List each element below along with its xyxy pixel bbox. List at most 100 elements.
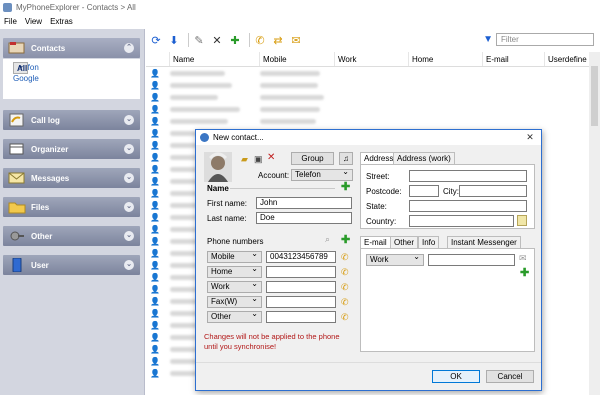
contact-icon: 👤	[150, 80, 160, 90]
column-header-email[interactable]: E-mail	[483, 52, 545, 66]
menu-file[interactable]: File	[4, 17, 17, 26]
last-name-input[interactable]: Doe	[256, 212, 352, 224]
email-input[interactable]	[428, 254, 515, 266]
phone-type-select[interactable]: Home	[207, 264, 262, 278]
chevron-down-icon[interactable]: ⌄	[124, 173, 134, 183]
map-icon[interactable]	[517, 215, 527, 226]
filter-google[interactable]: Google	[13, 73, 140, 84]
open-folder-icon[interactable]: ▰	[241, 154, 248, 165]
tab-address[interactable]: Address	[360, 152, 398, 164]
sidebar-group-contacts[interactable]: Contacts ⌃	[3, 38, 140, 58]
chevron-down-icon[interactable]: ⌄	[124, 115, 134, 125]
chevron-up-icon[interactable]: ⌃	[124, 43, 134, 53]
table-row[interactable]: 👤	[146, 91, 589, 103]
table-row[interactable]: 👤	[146, 103, 589, 115]
call-icon[interactable]: ✆	[341, 298, 351, 307]
postcode-input[interactable]	[409, 185, 439, 197]
sync-icon[interactable]: ⇄	[271, 33, 285, 47]
message-icon[interactable]: ✉	[289, 33, 303, 47]
email-type-select[interactable]: Work	[366, 252, 424, 266]
sidebar-group-other[interactable]: Other ⌄	[3, 226, 140, 246]
street-label: Street:	[366, 172, 390, 181]
phone-number-input[interactable]	[266, 311, 336, 323]
phone-number-input[interactable]	[266, 296, 336, 308]
contact-icon: 👤	[150, 248, 160, 258]
contact-name-cell	[170, 70, 260, 76]
search-icon[interactable]: ⌕	[325, 234, 330, 245]
call-icon[interactable]: ✆	[341, 283, 351, 292]
chevron-down-icon[interactable]: ⌄	[124, 144, 134, 154]
first-name-input[interactable]: John	[256, 197, 352, 209]
group-button[interactable]: Group	[291, 152, 334, 165]
street-input[interactable]	[409, 170, 527, 182]
close-icon[interactable]: ✕	[519, 130, 541, 145]
column-header-name[interactable]: Name	[170, 52, 260, 66]
call-icon[interactable]: ✆	[253, 33, 267, 47]
contact-name-cell	[170, 118, 260, 124]
add-email-icon[interactable]: ✚	[520, 268, 529, 279]
sidebar-group-organizer[interactable]: Organizer ⌄	[3, 139, 140, 159]
sidebar-group-messages[interactable]: Messages ⌄	[3, 168, 140, 188]
column-header-home[interactable]: Home	[409, 52, 483, 66]
table-row[interactable]: 👤	[146, 115, 589, 127]
filter-all[interactable]: All	[13, 60, 29, 74]
country-input[interactable]	[409, 215, 514, 227]
phone-type-select[interactable]: Fax(W)	[207, 294, 262, 308]
delete-photo-icon[interactable]: ✕	[267, 152, 275, 163]
tab-address-work[interactable]: Address (work)	[393, 152, 455, 164]
add-contact-icon[interactable]: ✚	[228, 33, 242, 47]
column-header-userdefined[interactable]: Userdefine	[545, 52, 589, 66]
account-select[interactable]: Telefon	[291, 167, 353, 181]
phone-type-select[interactable]: Other	[207, 309, 262, 323]
sidebar-group-label: Other	[31, 231, 53, 241]
contact-icon: 👤	[150, 200, 160, 210]
save-icon[interactable]: ▣	[254, 154, 263, 165]
tab-info[interactable]: Info	[418, 236, 440, 248]
call-log-icon	[9, 113, 24, 127]
sidebar-group-files[interactable]: Files ⌄	[3, 197, 140, 217]
phone-number-input[interactable]	[266, 266, 336, 278]
state-input[interactable]	[409, 200, 527, 212]
contact-photo[interactable]	[204, 152, 232, 182]
phone-type-select[interactable]: Work	[207, 279, 262, 293]
tab-instant-messenger[interactable]: Instant Messenger	[447, 236, 521, 248]
scrollbar-thumb[interactable]	[591, 66, 598, 126]
filter-input[interactable]: Filter	[496, 33, 594, 46]
chevron-down-icon[interactable]: ⌄	[124, 260, 134, 270]
chevron-down-icon[interactable]: ⌄	[124, 202, 134, 212]
table-row[interactable]: 👤	[146, 79, 589, 91]
phone-number-input[interactable]: 0043123456789	[266, 251, 336, 263]
sidebar-group-user[interactable]: User ⌄	[3, 255, 140, 275]
column-header-work[interactable]: Work	[335, 52, 409, 66]
column-header-mobile[interactable]: Mobile	[260, 52, 335, 66]
sidebar-group-call-log[interactable]: Call log ⌄	[3, 110, 140, 130]
refresh-icon[interactable]: ⟳	[149, 33, 163, 47]
grid-scrollbar[interactable]	[589, 52, 600, 395]
edit-icon[interactable]: ✎	[192, 33, 206, 47]
filter-telefon[interactable]: Telefon	[13, 62, 140, 73]
city-input[interactable]	[459, 185, 527, 197]
add-name-icon[interactable]: ✚	[341, 182, 350, 193]
ok-button[interactable]: OK	[432, 370, 480, 383]
menu-extras[interactable]: Extras	[50, 17, 73, 26]
table-row[interactable]: 👤	[146, 67, 589, 79]
chevron-down-icon[interactable]: ⌄	[124, 231, 134, 241]
phone-type-select[interactable]: Mobile	[207, 249, 262, 263]
call-icon[interactable]: ✆	[341, 253, 351, 262]
contact-icon: 👤	[150, 140, 160, 150]
add-phone-icon[interactable]: ✚	[341, 235, 350, 246]
menu-view[interactable]: View	[25, 17, 42, 26]
tab-email[interactable]: E-mail	[360, 236, 391, 248]
call-icon[interactable]: ✆	[341, 268, 351, 277]
ringtone-button[interactable]: ♫	[339, 152, 353, 165]
call-icon[interactable]: ✆	[341, 313, 351, 322]
delete-icon[interactable]: ✕	[210, 33, 224, 47]
redacted-text	[170, 82, 232, 88]
tab-other[interactable]: Other	[390, 236, 419, 248]
phone-number-input[interactable]	[266, 281, 336, 293]
contact-icon: 👤	[150, 344, 160, 354]
cancel-button[interactable]: Cancel	[486, 370, 534, 383]
contact-mobile-cell	[260, 82, 335, 88]
mail-icon[interactable]: ✉	[519, 253, 527, 264]
download-arrow-icon[interactable]: ⬇	[167, 33, 181, 47]
